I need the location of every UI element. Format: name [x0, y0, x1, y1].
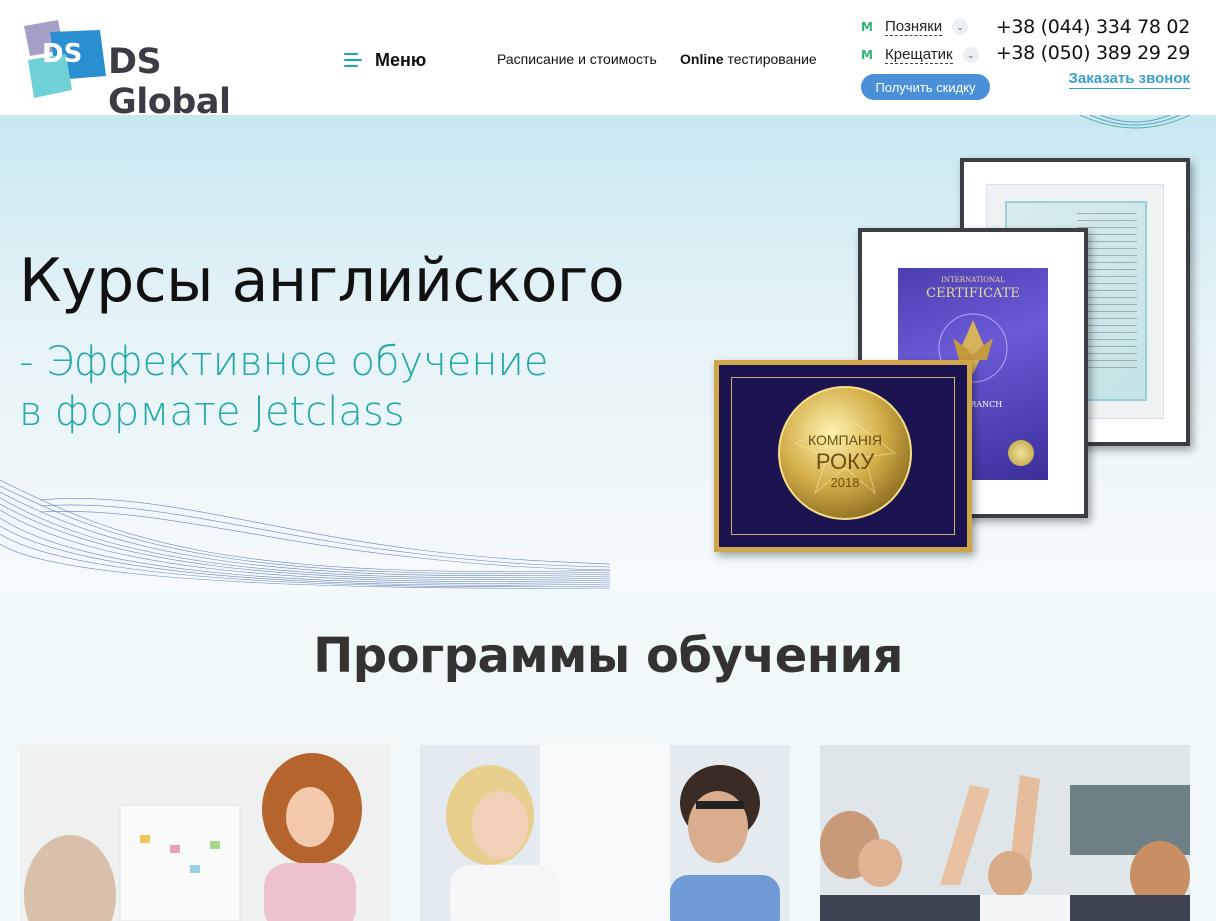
program-photo-3 — [820, 745, 1190, 921]
program-photo-1 — [20, 745, 390, 921]
certificate-heading: INTERNATIONAL — [941, 276, 1005, 284]
logo-monogram: DS — [42, 39, 82, 69]
nav-schedule-link[interactable]: Расписание и стоимость — [497, 51, 657, 67]
award-year: 2018 — [831, 475, 860, 490]
award-line1: КОМПАНІЯ — [808, 432, 882, 448]
order-call-link[interactable]: Заказать звонок — [1068, 70, 1190, 89]
award-line2: РОКУ — [816, 449, 875, 474]
program-card-3[interactable] — [820, 745, 1190, 921]
programs-title: Программы обучения — [313, 628, 903, 684]
get-discount-button[interactable]: Получить скидку — [861, 74, 990, 100]
programs-section: Программы обучения — [0, 590, 1216, 921]
location-name: Крещатик — [885, 45, 953, 64]
program-card-1[interactable] — [20, 745, 390, 921]
award-frame: КОМПАНІЯ РОКУ 2018 — [714, 360, 972, 552]
certificate-title: CERTIFICATE — [926, 286, 1020, 301]
metro-icon: M — [861, 48, 873, 62]
menu-button[interactable]: Меню — [344, 46, 426, 74]
logo-mark-icon: DS — [24, 20, 106, 98]
gold-medal-icon: КОМПАНІЯ РОКУ 2018 — [778, 386, 912, 520]
nav-online-bold: Online — [680, 51, 724, 67]
logo[interactable]: DS DS Global — [20, 20, 290, 122]
hero-subtitle-line1: - Эффективное обучение — [19, 339, 549, 385]
phone-number-2[interactable]: +38 (050) 389 29 29 — [996, 42, 1191, 64]
hero-banner: Курсы английского - Эффективное обучение… — [0, 115, 1216, 590]
menu-label: Меню — [375, 49, 427, 70]
location-poznyaky[interactable]: M Позняки ⌄ — [861, 16, 969, 38]
nav-online-test-link[interactable]: Online тестирование — [680, 51, 817, 67]
location-khreshchatyk[interactable]: M Крещатик ⌄ — [861, 44, 979, 66]
hero-subtitle-line2: в формате Jetclass — [19, 389, 405, 435]
decorative-mesh-top — [1080, 115, 1190, 129]
location-name: Позняки — [885, 17, 943, 36]
certificate-seal — [1008, 440, 1034, 466]
chevron-down-icon[interactable]: ⌄ — [952, 19, 969, 35]
logo-text: DS Global — [108, 42, 231, 122]
hero-subtitle: - Эффективное обучение в формате Jetclas… — [19, 337, 548, 437]
hero-title: Курсы английского — [19, 246, 625, 316]
nav-online-label: тестирование — [723, 51, 817, 67]
chevron-down-icon[interactable]: ⌄ — [962, 47, 979, 63]
program-card-2[interactable] — [420, 745, 790, 921]
metro-icon: M — [861, 20, 873, 34]
phone-number-1[interactable]: +38 (044) 334 78 02 — [996, 16, 1191, 38]
program-photo-2 — [420, 745, 790, 921]
site-header: DS DS Global Меню Расписание и стоимость… — [0, 0, 1216, 122]
decorative-wave — [0, 479, 610, 589]
hamburger-icon — [344, 53, 362, 67]
